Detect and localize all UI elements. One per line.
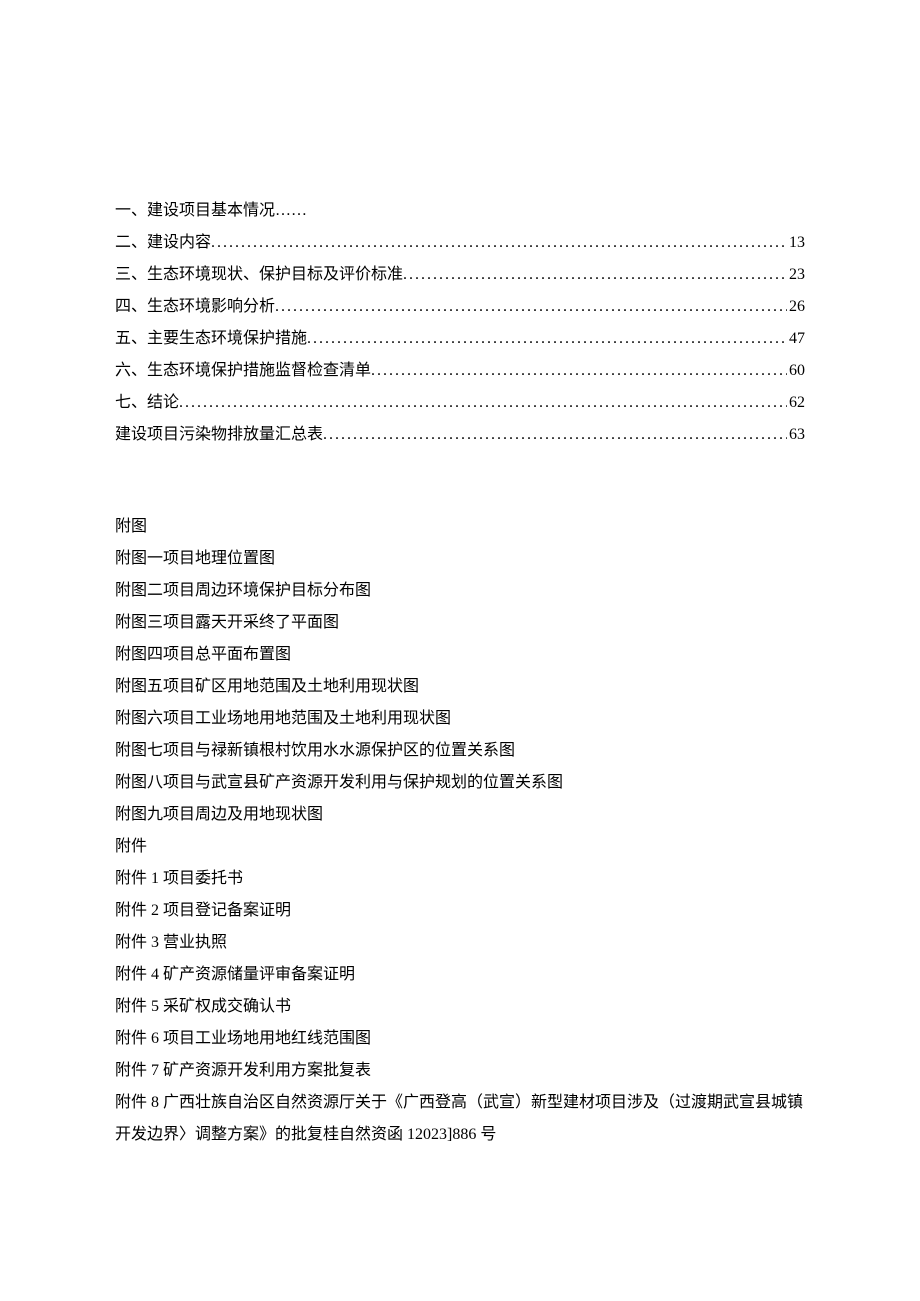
- attachments-header: 附件: [115, 831, 805, 863]
- toc-leader-dots: [371, 355, 787, 387]
- figure-item: 附图三项目露天开采终了平面图: [115, 607, 805, 639]
- attachment-item: 附件 2 项目登记备案证明: [115, 895, 805, 927]
- figure-item: 附图六项目工业场地用地范围及土地利用现状图: [115, 703, 805, 735]
- toc-label: 一、建设项目基本情况……: [115, 202, 307, 219]
- figure-item: 附图四项目总平面布置图: [115, 639, 805, 671]
- toc-leader-dots: [307, 323, 787, 355]
- toc-label: 二、建设内容: [115, 227, 211, 259]
- toc-leader-dots: [179, 387, 787, 419]
- toc-entry: 一、建设项目基本情况……: [115, 195, 805, 227]
- figure-item: 附图五项目矿区用地范围及土地利用现状图: [115, 671, 805, 703]
- toc-entry: 三、生态环境现状、保护目标及评价标准 23: [115, 259, 805, 291]
- appendix-figures-section: 附图 附图一项目地理位置图 附图二项目周边环境保护目标分布图 附图三项目露天开采…: [115, 511, 805, 1151]
- attachment-item: 附件 1 项目委托书: [115, 863, 805, 895]
- figure-item: 附图一项目地理位置图: [115, 543, 805, 575]
- toc-label: 建设项目污染物排放量汇总表: [115, 419, 323, 451]
- toc-page-number: 60: [787, 355, 805, 387]
- toc-leader-dots: [211, 227, 787, 259]
- toc-entry: 五、主要生态环境保护措施 47: [115, 323, 805, 355]
- attachment-item: 附件 6 项目工业场地用地红线范围图: [115, 1023, 805, 1055]
- attachment-item: 附件 3 营业执照: [115, 927, 805, 959]
- toc-entry: 六、生态环境保护措施监督检查清单 60: [115, 355, 805, 387]
- attachment-item: 附件 8 广西壮族自治区自然资源厅关于《广西登高（武宣）新型建材项目涉及（过渡期…: [115, 1087, 805, 1151]
- toc-page-number: 26: [787, 291, 805, 323]
- toc-label: 七、结论: [115, 387, 179, 419]
- toc-leader-dots: [403, 259, 787, 291]
- toc-entry: 建设项目污染物排放量汇总表 63: [115, 419, 805, 451]
- figure-item: 附图八项目与武宣县矿产资源开发利用与保护规划的位置关系图: [115, 767, 805, 799]
- figure-item: 附图七项目与禄新镇根村饮用水水源保护区的位置关系图: [115, 735, 805, 767]
- figures-header: 附图: [115, 511, 805, 543]
- attachment-item: 附件 5 采矿权成交确认书: [115, 991, 805, 1023]
- toc-leader-dots: [275, 291, 787, 323]
- attachment-item: 附件 4 矿产资源储量评审备案证明: [115, 959, 805, 991]
- toc-leader-dots: [323, 419, 787, 451]
- toc-entry: 四、生态环境影响分析 26: [115, 291, 805, 323]
- toc-page-number: 62: [787, 387, 805, 419]
- toc-label: 六、生态环境保护措施监督检查清单: [115, 355, 371, 387]
- attachment-item: 附件 7 矿产资源开发利用方案批复表: [115, 1055, 805, 1087]
- figure-item: 附图九项目周边及用地现状图: [115, 799, 805, 831]
- toc-page-number: 63: [787, 419, 805, 451]
- table-of-contents: 一、建设项目基本情况…… 二、建设内容 13 三、生态环境现状、保护目标及评价标…: [115, 195, 805, 451]
- toc-label: 三、生态环境现状、保护目标及评价标准: [115, 259, 403, 291]
- toc-page-number: 23: [787, 259, 805, 291]
- toc-entry: 七、结论 62: [115, 387, 805, 419]
- figure-item: 附图二项目周边环境保护目标分布图: [115, 575, 805, 607]
- toc-page-number: 47: [787, 323, 805, 355]
- toc-label: 四、生态环境影响分析: [115, 291, 275, 323]
- toc-label: 五、主要生态环境保护措施: [115, 323, 307, 355]
- toc-entry: 二、建设内容 13: [115, 227, 805, 259]
- toc-page-number: 13: [787, 227, 805, 259]
